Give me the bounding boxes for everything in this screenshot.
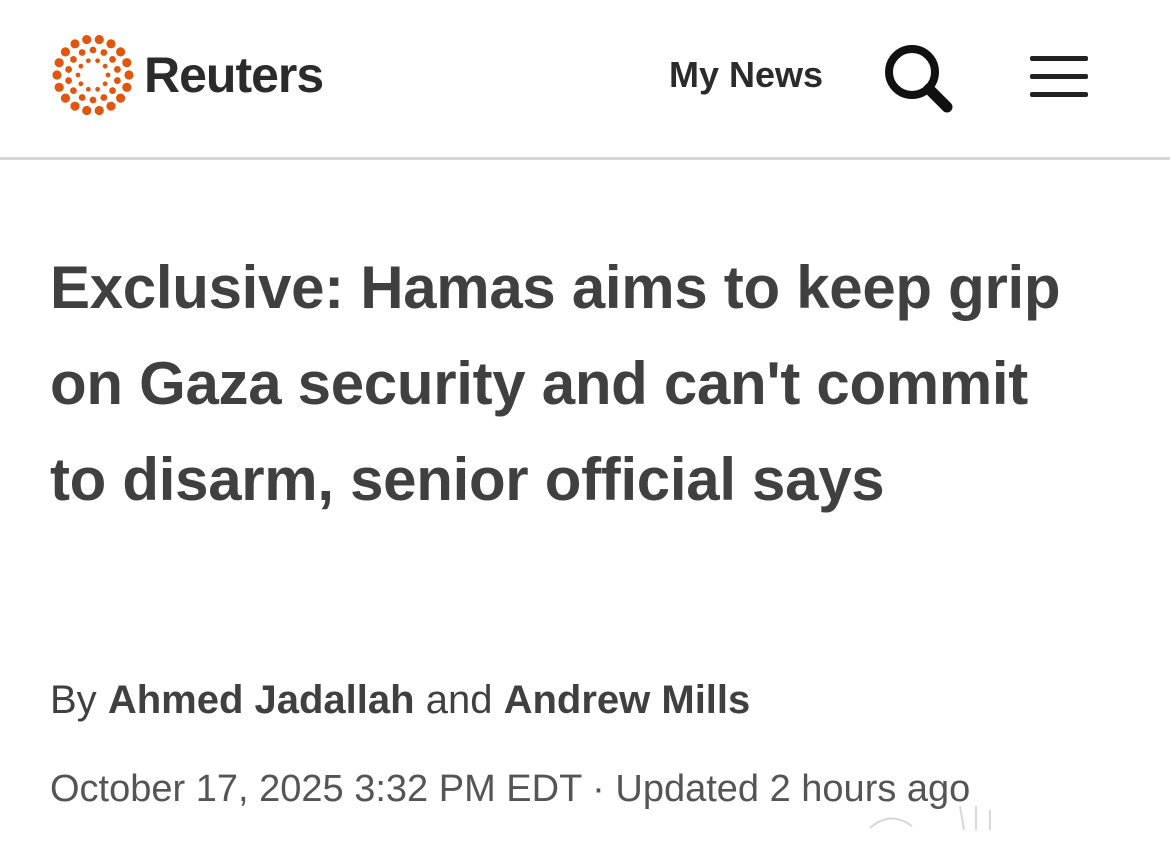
dateline: October 17, 2025 3:32 PM EDT · Updated 2… <box>50 764 970 814</box>
logo-dot <box>65 77 73 84</box>
logo-dot <box>122 58 132 68</box>
logo-dot <box>75 72 81 78</box>
author-link[interactable]: Ahmed Jadallah <box>108 678 415 722</box>
logo-dot <box>78 94 86 101</box>
logo-dot <box>54 82 64 92</box>
logo-dot <box>113 77 121 84</box>
hamburger-menu-icon <box>1030 56 1088 97</box>
logo-dot <box>70 87 77 94</box>
logo-dot <box>115 47 126 57</box>
published-date: October 17, 2025 3:32 PM EDT <box>50 768 582 810</box>
menu-button[interactable] <box>1026 50 1092 104</box>
logo-dot <box>78 49 86 56</box>
logo-dot <box>113 66 121 73</box>
logo-dot <box>78 81 84 87</box>
logo-dot <box>89 46 97 54</box>
byline-conjunction: and <box>425 678 493 722</box>
reuters-logo-icon <box>52 34 134 116</box>
logo-dot <box>78 63 84 69</box>
logo-dot <box>89 96 97 104</box>
logo-dot <box>106 39 116 49</box>
my-news-link[interactable]: My News <box>669 52 823 98</box>
logo-dot <box>54 58 64 68</box>
logo-dot <box>82 34 92 45</box>
byline-prefix: By <box>50 678 97 722</box>
logo-dot <box>105 72 111 78</box>
logo-dot <box>102 63 108 69</box>
logo-dot <box>85 86 91 92</box>
logo-dot <box>60 47 71 57</box>
logo-dot <box>82 105 92 116</box>
logo-dot <box>100 49 108 56</box>
logo-dot <box>95 58 101 64</box>
logo-dot <box>94 34 104 45</box>
logo-dot <box>52 70 62 80</box>
site-header: Reuters My News <box>0 0 1170 160</box>
logo-wordmark: Reuters <box>144 47 324 103</box>
watermark-overlay <box>864 803 1148 835</box>
byline: By Ahmed Jadallah and Andrew Mills <box>50 674 750 726</box>
logo-dot <box>60 93 71 103</box>
logo-dot <box>124 70 134 80</box>
reuters-logo[interactable]: Reuters <box>50 32 324 118</box>
logo-dot <box>122 82 132 92</box>
logo-dot <box>100 94 108 101</box>
dateline-separator: · <box>592 768 605 810</box>
logo-dot <box>70 101 80 111</box>
search-button[interactable] <box>880 40 956 116</box>
logo-dot <box>102 81 108 87</box>
logo-dot <box>109 87 116 94</box>
logo-dot <box>70 39 80 49</box>
logo-dot <box>109 56 116 63</box>
logo-dot <box>106 101 116 111</box>
article-headline: Exclusive: Hamas aims to keep grip on Ga… <box>50 254 1061 513</box>
logo-dot <box>115 93 126 103</box>
logo-dot <box>94 105 104 116</box>
logo-dot <box>70 56 77 63</box>
logo-dot <box>95 86 101 92</box>
author-link[interactable]: Andrew Mills <box>504 678 751 722</box>
logo-dot <box>65 66 73 73</box>
search-icon <box>885 45 953 113</box>
logo-dot <box>85 58 91 64</box>
